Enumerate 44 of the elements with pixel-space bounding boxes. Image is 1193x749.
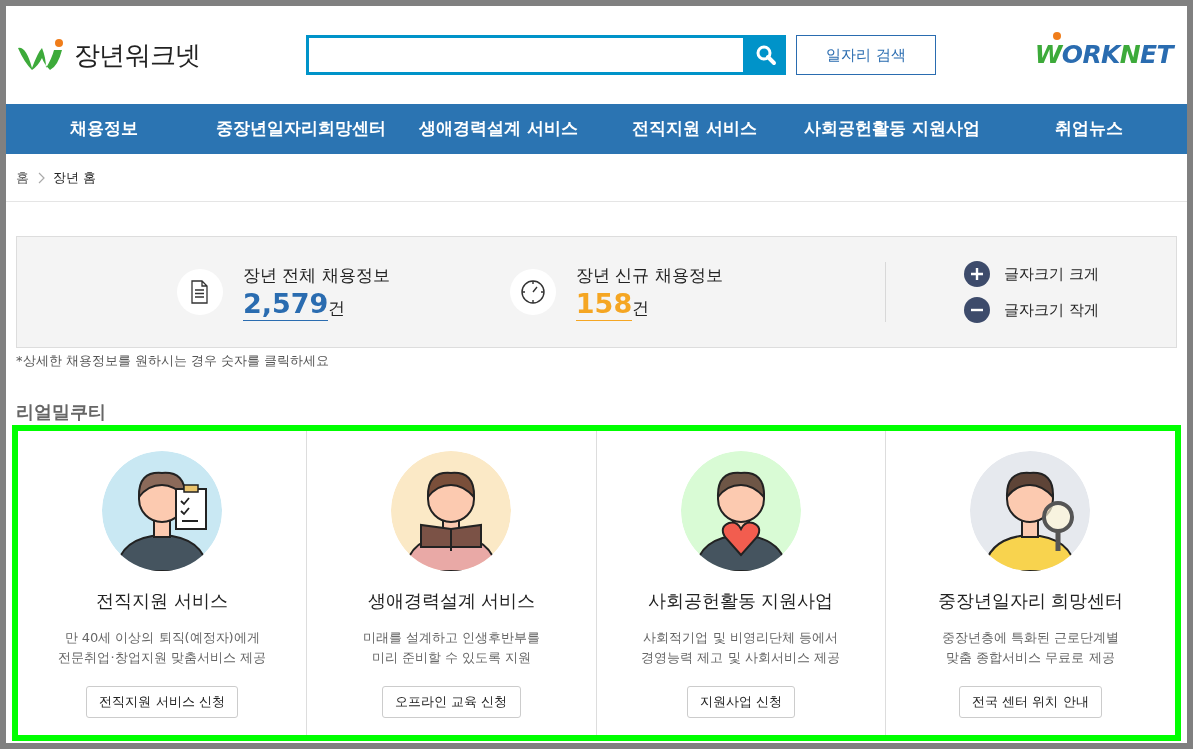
card-description: 만 40세 이상의 퇴직(예정자)에게: [64, 628, 260, 647]
card-description: 미래를 설계하고 인생후반부를: [362, 628, 540, 647]
section-title: 리얼밀쿠티: [16, 400, 107, 423]
card-description: 중장년층에 특화된 근로단계별: [941, 628, 1119, 647]
font-decrease-button[interactable]: 글자크기 작게: [964, 297, 1176, 323]
card-button[interactable]: 오프라인 교육 신청: [382, 685, 521, 718]
font-increase-button[interactable]: 글자크기 크게: [964, 261, 1176, 287]
search-button[interactable]: [746, 35, 786, 75]
nav-link[interactable]: 전직지원 서비스: [596, 116, 794, 142]
nav-link[interactable]: 채용정보: [6, 116, 203, 142]
partner-logo[interactable]: WORKNET: [1034, 36, 1173, 74]
nav-link[interactable]: 취업뉴스: [990, 116, 1187, 142]
search-icon: [755, 44, 777, 66]
minus-icon: [964, 297, 990, 323]
nav-link[interactable]: 중장년일자리희망센터: [202, 116, 400, 142]
card-title: 중장년일자리 희망센터: [937, 588, 1124, 613]
unit-text: 건: [632, 296, 650, 320]
card-title: 생애경력설계 서비스: [367, 588, 536, 613]
chevron-icon: [37, 171, 45, 184]
note-text: *상세한 채용정보를 원하시는 경우 숫자를 클릭하세요: [16, 352, 331, 370]
search-field[interactable]: [306, 35, 746, 75]
breadcrumb-link[interactable]: 홈: [16, 167, 29, 188]
nav-link[interactable]: 사회공헌활동 지원사업: [793, 116, 991, 142]
breadcrumb-link[interactable]: 장년 홈: [53, 167, 97, 188]
card-title: 사회공헌활동 지원사업: [647, 588, 834, 613]
card-description: 경영능력 제고 및 사회서비스 제공: [641, 648, 840, 667]
site-name[interactable]: 장년워크넷: [74, 35, 201, 75]
card-button[interactable]: 전직지원 서비스 신청: [86, 685, 238, 718]
unit-text: 건: [328, 296, 346, 320]
logo-icon: [16, 38, 66, 72]
stat-label: 장년 신규 채용정보: [575, 263, 723, 287]
card-title: 전직지원 서비스: [96, 588, 228, 613]
stat-label: 장년 전체 채용정보: [243, 263, 390, 287]
card-description: 전문취업·창업지원 맞춤서비스 제공: [58, 648, 266, 667]
card-button[interactable]: 전국 센터 위치 안내: [959, 685, 1102, 718]
stat-count-link[interactable]: 2,579: [243, 288, 329, 322]
job-search-button[interactable]: 일자리 검색: [796, 35, 936, 75]
card-description: 사회적기업 및 비영리단체 등에서: [643, 628, 838, 647]
card-description: 맞춤 종합서비스 무료로 제공: [946, 648, 1115, 667]
plus-icon: [964, 261, 990, 287]
card-description: 미리 준비할 수 있도록 지원: [371, 648, 532, 667]
logo-dot-icon: [1052, 32, 1061, 41]
nav-link[interactable]: 생애경력설계 서비스: [399, 116, 597, 142]
card-button[interactable]: 지원사업 신청: [686, 685, 795, 718]
